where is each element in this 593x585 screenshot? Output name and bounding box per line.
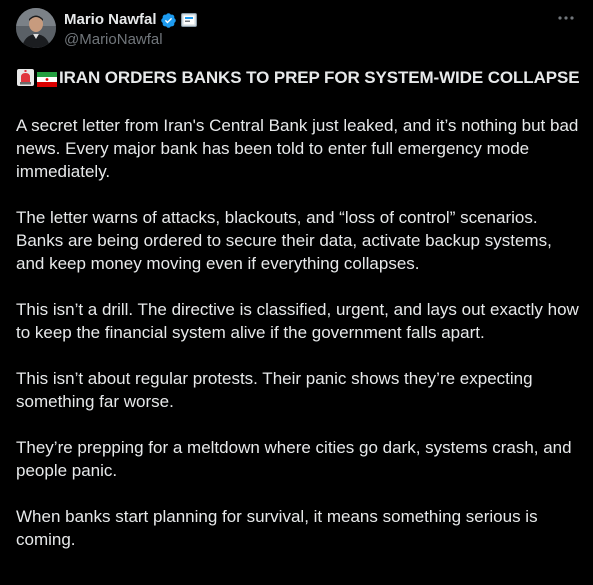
author-display-name[interactable]: Mario Nawfal [64,10,157,30]
tweet-paragraph: They’re prepping for a meltdown where ci… [16,438,572,480]
author-handle[interactable]: @MarioNawfal [64,30,197,50]
tweet-headline: IRAN ORDERS BANKS TO PREP FOR SYSTEM-WID… [59,68,580,87]
tweet-paragraph: When banks start planning for survival, … [16,507,538,549]
headline-row: IRAN ORDERS BANKS TO PREP FOR SYSTEM-WID… [16,66,581,89]
tweet-header: Mario Nawfal @MarioNawfal [16,8,577,52]
verified-badge-icon [160,12,177,29]
more-options-icon [558,16,574,20]
tweet-card: Mario Nawfal @MarioNawfal IRAN ORDERS BA… [0,0,593,585]
affiliation-badge-icon[interactable] [180,13,197,27]
more-options-button[interactable] [555,8,577,28]
iran-flag-emoji-icon [37,70,57,87]
author-names: Mario Nawfal @MarioNawfal [64,10,197,50]
tweet-paragraph: The letter warns of attacks, blackouts, … [16,208,552,273]
avatar[interactable] [16,8,56,48]
tweet-paragraph: A secret letter from Iran's Central Bank… [16,116,579,181]
siren-emoji-icon [16,68,35,87]
tweet-paragraph: This isn’t about regular protests. Their… [16,369,533,411]
tweet-paragraph: This isn’t a drill. The directive is cla… [16,300,579,342]
name-row: Mario Nawfal [64,10,197,30]
tweet-text: IRAN ORDERS BANKS TO PREP FOR SYSTEM-WID… [16,66,581,551]
